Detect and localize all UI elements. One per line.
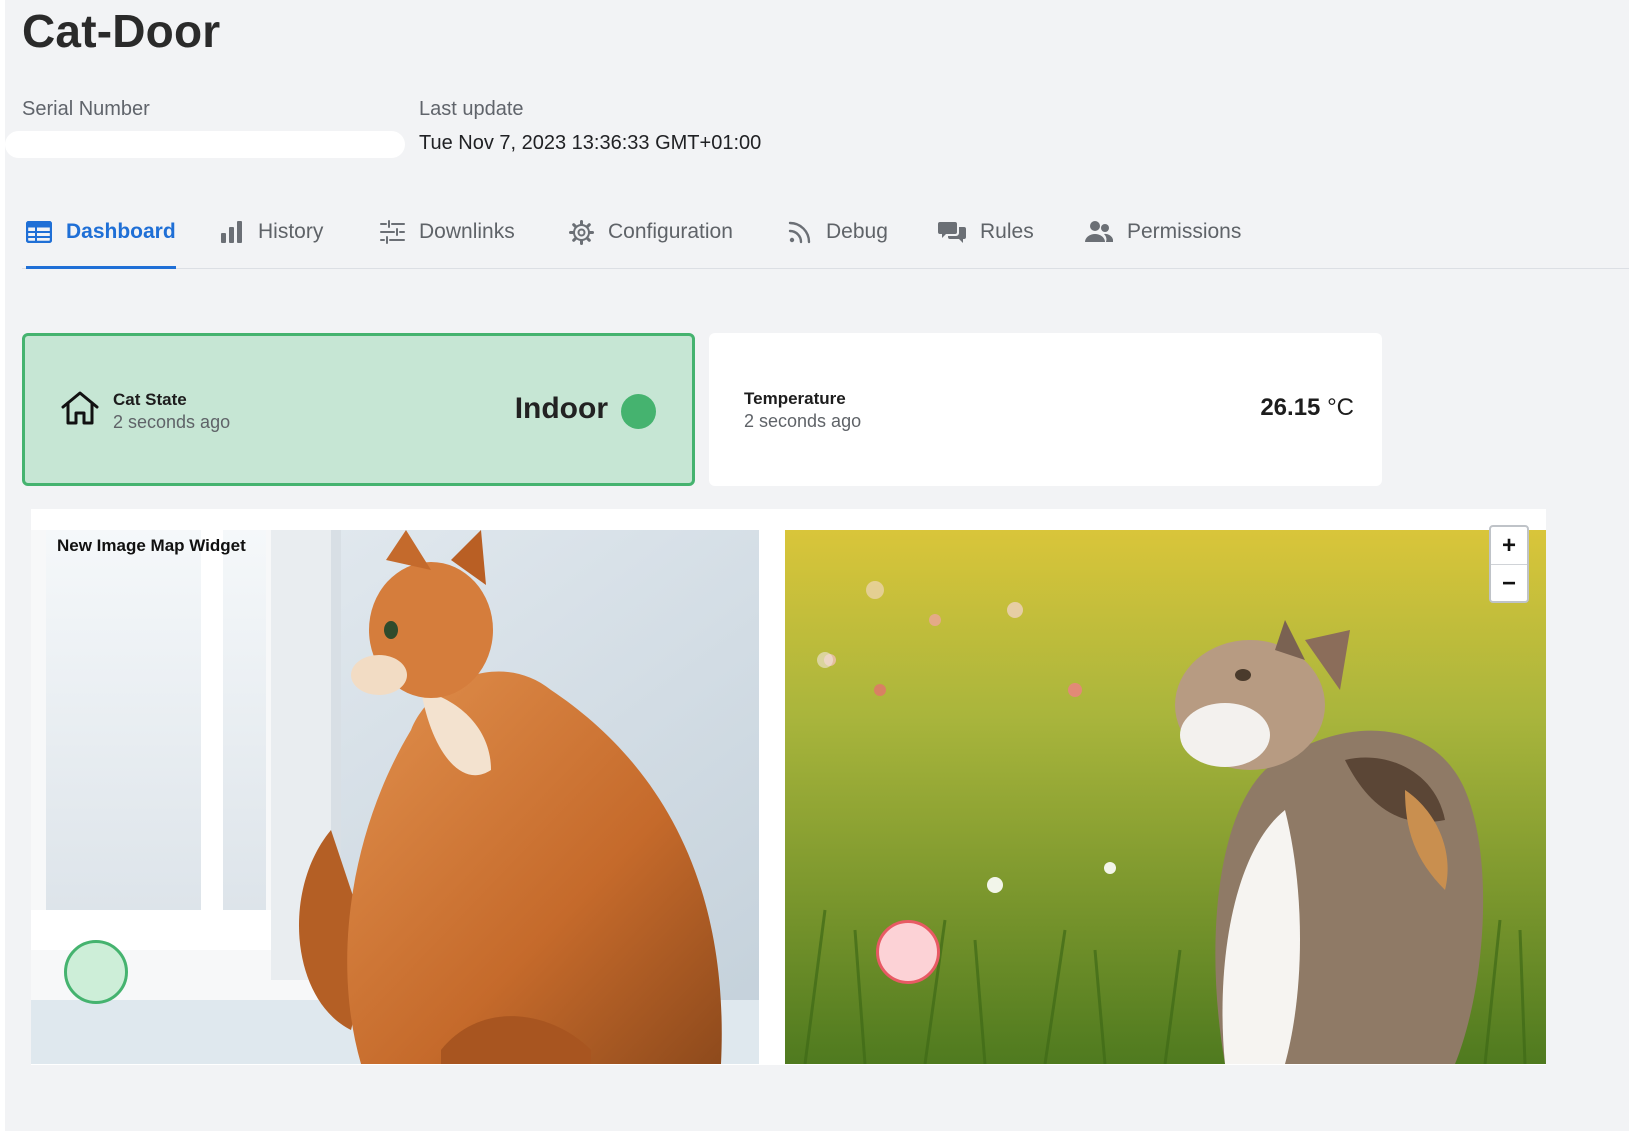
sliders-icon: [380, 220, 405, 244]
home-icon: [61, 391, 99, 430]
zoom-control: + −: [1489, 525, 1529, 603]
rss-icon: [788, 220, 812, 244]
image-map-widget: New Image Map Widget + −: [31, 509, 1546, 1065]
tab-label: History: [258, 220, 324, 243]
temperature-card: Temperature 2 seconds ago 26.15 °C: [709, 333, 1382, 486]
last-update-label: Last update: [419, 98, 524, 120]
widget-title: New Image Map Widget: [57, 536, 246, 555]
cat-state-value: Indoor: [514, 392, 608, 425]
temperature-unit: °C: [1327, 394, 1354, 421]
bar-chart-icon: [220, 221, 244, 243]
tab-debug[interactable]: Debug: [788, 196, 888, 268]
tab-label: Dashboard: [66, 220, 176, 243]
tab-configuration[interactable]: Configuration: [569, 196, 733, 268]
tab-permissions[interactable]: Permissions: [1085, 196, 1241, 268]
serial-number-label: Serial Number: [22, 98, 150, 120]
temperature-name: Temperature: [744, 389, 846, 408]
tab-label: Rules: [980, 220, 1034, 243]
users-icon: [1085, 220, 1113, 244]
zoom-in-button[interactable]: +: [1491, 527, 1527, 565]
temperature-time: 2 seconds ago: [744, 411, 862, 431]
cat-state-name: Cat State: [113, 390, 187, 409]
gear-icon: [569, 219, 594, 245]
last-update-value: Tue Nov 7, 2023 13:36:33 GMT+01:00: [419, 132, 762, 154]
page-title: Cat-Door: [22, 5, 221, 57]
zoom-out-button[interactable]: −: [1491, 565, 1527, 602]
tab-label: Permissions: [1127, 220, 1242, 243]
serial-number-value: [5, 131, 405, 158]
status-dot: [621, 394, 656, 429]
tab-label: Debug: [826, 220, 888, 243]
left-edge: [0, 0, 5, 1131]
temperature-value-group: 26.15 °C: [1260, 394, 1354, 422]
outdoor-cat-image[interactable]: [785, 530, 1546, 1064]
outdoor-marker[interactable]: [876, 920, 940, 984]
tab-bar: Dashboard History Downlinks Configuratio…: [22, 196, 1629, 269]
tab-history[interactable]: History: [220, 196, 323, 268]
cat-state-card: Cat State 2 seconds ago Indoor: [22, 333, 695, 486]
indoor-marker[interactable]: [64, 940, 128, 1004]
tab-label: Downlinks: [419, 220, 515, 243]
tab-downlinks[interactable]: Downlinks: [380, 196, 515, 268]
cat-state-time: 2 seconds ago: [113, 412, 231, 432]
tab-dashboard[interactable]: Dashboard: [26, 196, 176, 269]
tab-rules[interactable]: Rules: [938, 196, 1034, 268]
indoor-cat-image[interactable]: [31, 530, 759, 1064]
chat-bubbles-icon: [938, 220, 966, 244]
table-icon: [26, 221, 52, 243]
temperature-value: 26.15: [1260, 394, 1321, 421]
tab-label: Configuration: [608, 220, 733, 243]
